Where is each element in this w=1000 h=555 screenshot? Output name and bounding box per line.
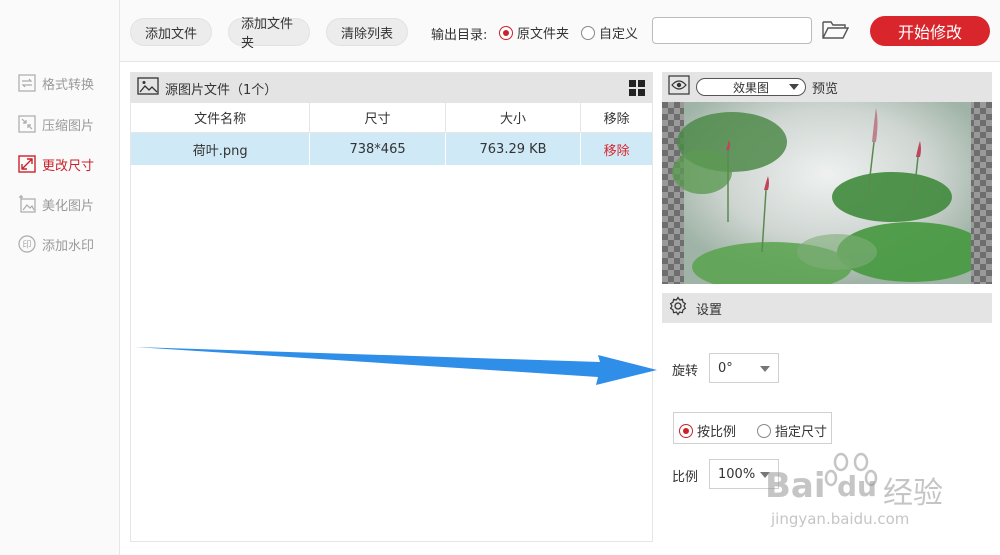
file-panel-title: 源图片文件（1个） (165, 82, 278, 98)
resize-mode-group: 按比例 指定尺寸 (673, 412, 832, 444)
watermark-url: jingyan.baidu.com (771, 510, 910, 528)
radio-by-ratio[interactable]: 按比例 (679, 421, 736, 440)
settings-title: 设置 (696, 302, 723, 318)
beautify-icon (17, 194, 37, 214)
browse-folder-button[interactable] (820, 18, 850, 44)
radio-label: 按比例 (697, 425, 737, 440)
rotate-select[interactable]: 0° (709, 353, 779, 383)
sidebar-item-compress[interactable]: 压缩图片 (17, 112, 94, 136)
table-header: 文件名称 尺寸 大小 移除 (131, 103, 652, 133)
preview-mode-select[interactable]: 效果图 (696, 78, 806, 96)
file-list-panel: 源图片文件（1个） 文件名称 尺寸 大小 移除 荷叶.png 738*465 7… (130, 72, 653, 542)
table-row[interactable]: 荷叶.png 738*465 763.29 KB 移除 (131, 133, 652, 165)
output-dir-label: 输出目录: (431, 28, 488, 43)
file-panel-header: 源图片文件（1个） (131, 73, 652, 103)
column-header-size: 尺寸 (310, 103, 446, 132)
gear-icon (668, 296, 688, 320)
convert-icon (17, 73, 37, 93)
sidebar-item-label: 压缩图片 (42, 118, 95, 134)
sidebar: 格式转换 压缩图片 更改尺寸 美化图片 印 添加水印 (0, 0, 120, 555)
compress-icon (17, 114, 37, 134)
chevron-down-icon (789, 84, 799, 90)
rotate-value: 0° (718, 360, 733, 376)
remove-link[interactable]: 移除 (604, 140, 630, 159)
sidebar-item-label: 格式转换 (42, 77, 95, 93)
watermark-brand-du: du (837, 470, 877, 503)
chevron-down-icon (760, 366, 770, 372)
resize-icon (17, 154, 37, 174)
grid-view-icon[interactable] (628, 79, 646, 97)
sidebar-item-resize[interactable]: 更改尺寸 (17, 152, 94, 176)
folder-open-icon (821, 18, 850, 44)
preview-header: 效果图 预览 (662, 72, 992, 102)
watermark-suffix: 经验 (883, 476, 943, 511)
radio-dot (679, 423, 693, 438)
svg-text:印: 印 (22, 239, 31, 251)
eye-icon[interactable] (668, 75, 690, 99)
radio-dot (581, 25, 595, 40)
preview-panel: 效果图 预览 (662, 72, 992, 292)
radio-label: 指定尺寸 (775, 425, 828, 440)
cell-dimensions: 738*465 (310, 133, 446, 165)
start-modify-button[interactable]: 开始修改 (870, 16, 990, 46)
settings-header: 设置 (662, 293, 992, 323)
radio-dot (499, 25, 513, 40)
baidu-watermark: Bai du 经验 jingyan.baidu.com (765, 448, 990, 538)
radio-specify-size[interactable]: 指定尺寸 (757, 421, 827, 440)
preview-label: 预览 (812, 81, 839, 97)
watermark-brand: Bai (765, 466, 826, 506)
output-path-input[interactable] (652, 17, 812, 44)
watermark-icon: 印 (17, 234, 37, 254)
radio-label: 原文件夹 (517, 27, 570, 42)
cell-remove: 移除 (581, 133, 652, 165)
add-file-button[interactable]: 添加文件 (130, 18, 212, 46)
column-header-filesize: 大小 (446, 103, 582, 132)
sidebar-item-label: 更改尺寸 (42, 158, 95, 174)
sidebar-item-label: 美化图片 (42, 198, 95, 214)
column-header-remove: 移除 (603, 112, 630, 127)
image-icon (137, 77, 159, 99)
sidebar-item-format-convert[interactable]: 格式转换 (17, 71, 94, 95)
rotate-label: 旋转 (672, 364, 699, 379)
ratio-value: 100% (718, 466, 756, 482)
radio-original-folder[interactable]: 原文件夹 (499, 23, 569, 42)
preview-image (662, 102, 992, 292)
clear-list-button[interactable]: 清除列表 (326, 18, 408, 46)
radio-dot (757, 423, 771, 438)
column-header-name: 文件名称 (131, 103, 311, 132)
sidebar-item-watermark[interactable]: 印 添加水印 (17, 232, 94, 256)
toolbar: 添加文件 添加文件夹 清除列表 输出目录: 原文件夹 自定义 开始修改 (120, 0, 1000, 62)
add-folder-button[interactable]: 添加文件夹 (228, 17, 310, 51)
annotation-arrow (135, 347, 657, 385)
ratio-label: 比例 (672, 470, 699, 485)
radio-label: 自定义 (599, 27, 639, 42)
radio-custom-folder[interactable]: 自定义 (581, 23, 638, 42)
cell-file-name: 荷叶.png (131, 133, 311, 165)
sidebar-item-label: 添加水印 (42, 238, 95, 254)
cell-file-size: 763.29 KB (446, 133, 582, 165)
preview-mode-value: 效果图 (732, 80, 769, 95)
sidebar-item-beautify[interactable]: 美化图片 (17, 192, 94, 216)
